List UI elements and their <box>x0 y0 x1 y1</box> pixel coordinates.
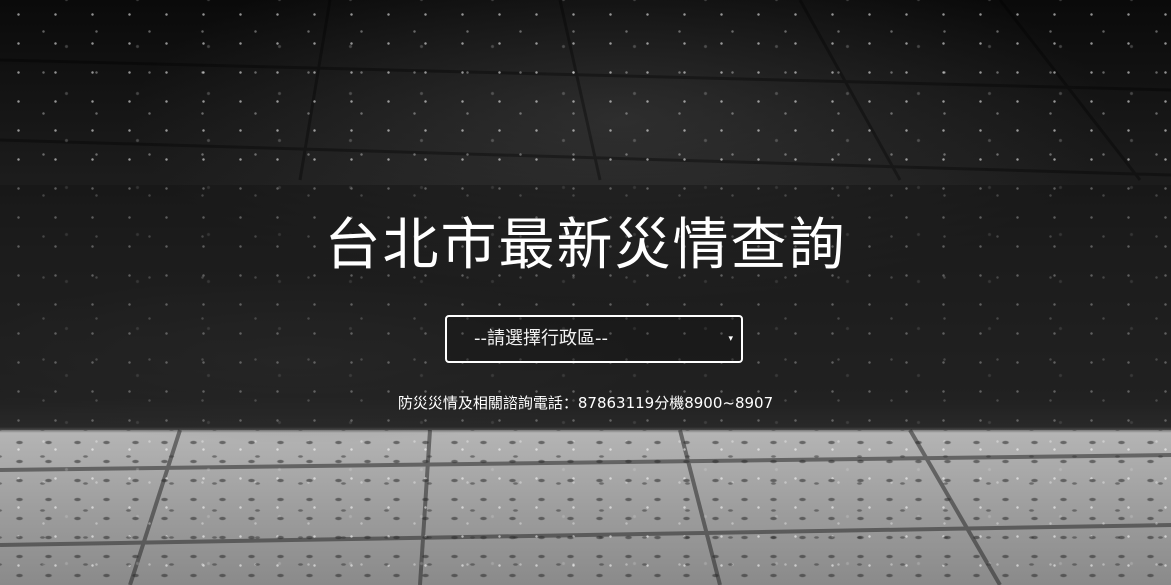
puddle-drops-overlay <box>0 430 1171 585</box>
contact-phone-text: 防災災情及相關諮詢電話：87863119分機8900~8907 <box>397 394 774 412</box>
district-select-value: --請選擇行政區-- <box>474 328 608 349</box>
district-select[interactable]: --請選擇行政區-- ▾ <box>445 315 743 363</box>
page-title: 台北市最新災情查詢 <box>324 213 847 278</box>
chevron-down-icon: ▾ <box>728 334 733 344</box>
page: 台北市最新災情查詢 --請選擇行政區-- ▾ 防災災情及相關諮詢電話：87863… <box>0 0 1171 585</box>
